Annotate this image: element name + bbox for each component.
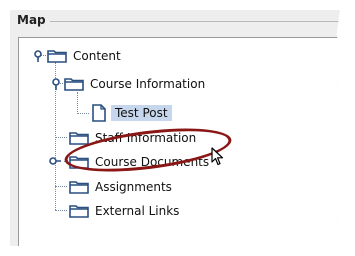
map-tree[interactable]: Content Course Information Test Post Sta… [18, 37, 340, 246]
folder-icon [69, 131, 89, 145]
folder-icon [47, 49, 67, 63]
tree-item-label: Test Post [111, 105, 172, 121]
tree-item-assignments[interactable]: Assignments [69, 177, 172, 197]
expand-toggle-icon[interactable] [48, 154, 62, 168]
folder-icon [69, 180, 89, 194]
tree-line [55, 210, 67, 211]
tree-item-label: Assignments [95, 180, 172, 194]
tree-item-course-information[interactable]: Course Information [64, 74, 205, 94]
collapse-toggle-icon[interactable] [49, 77, 63, 91]
tree-item-label: External Links [95, 204, 180, 218]
folder-icon [69, 204, 89, 218]
page-icon [91, 104, 107, 122]
map-panel: Map Content Course Information Test Post… [10, 10, 340, 246]
tree-line [77, 92, 78, 114]
tree-item-content[interactable]: Content [47, 46, 121, 66]
tree-line [55, 137, 67, 138]
tree-line [55, 186, 67, 187]
tree-item-external-links[interactable]: External Links [69, 201, 179, 221]
tree-item-label: Content [73, 49, 121, 63]
folder-icon [64, 77, 84, 91]
mouse-cursor-icon [211, 147, 225, 171]
title-divider [50, 21, 340, 22]
tree-line [77, 113, 89, 114]
panel-title: Map [17, 13, 46, 27]
collapse-toggle-icon[interactable] [31, 49, 45, 63]
tree-item-label: Course Information [90, 77, 206, 91]
tree-item-test-post[interactable]: Test Post [91, 103, 172, 123]
